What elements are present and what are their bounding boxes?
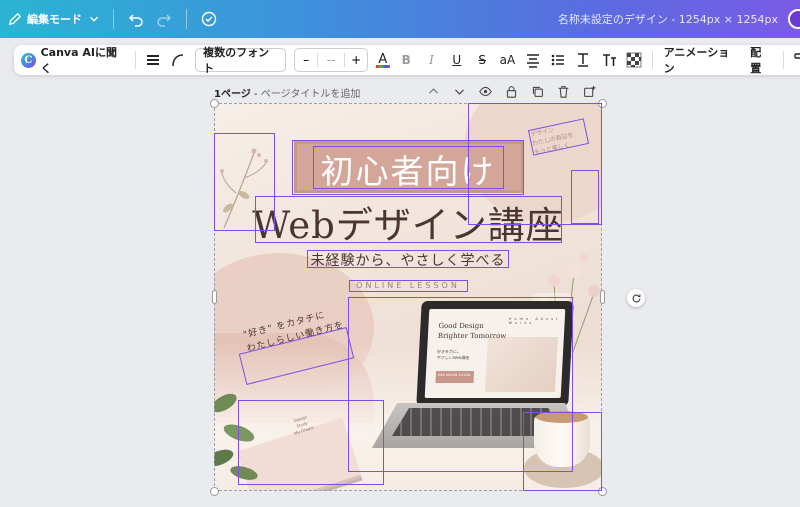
canva-ai-button[interactable]: C Canva AIに聞く (20, 46, 130, 75)
redo-button[interactable] (150, 5, 178, 33)
page-title-input[interactable]: ページタイトルを追加 (261, 89, 361, 100)
strikethrough-button[interactable]: S (469, 48, 494, 72)
chevron-down-icon (90, 16, 98, 22)
selection-box-flower-right[interactable] (571, 170, 599, 224)
selection-box-coffee[interactable] (523, 412, 602, 491)
divider (113, 9, 114, 29)
duplicate-page-button[interactable] (528, 82, 546, 100)
letter-case-button[interactable]: aA (495, 48, 520, 72)
add-page-icon (583, 85, 596, 97)
chevron-down-icon (454, 88, 464, 95)
cloud-check-icon (201, 11, 217, 27)
avatar[interactable] (788, 9, 800, 29)
selection-box-tagline[interactable] (349, 280, 468, 292)
rotate-button[interactable] (627, 289, 645, 307)
edit-mode-label: 編集モード (27, 13, 82, 26)
page-tools (424, 82, 598, 100)
line-spacing-icon (578, 53, 589, 67)
text-toolbar: C Canva AIに聞く 複数のフォント – -- + A B I U S a… (14, 45, 800, 75)
font-size-input[interactable]: -- (317, 53, 346, 67)
move-page-up-button[interactable] (424, 82, 442, 100)
hide-page-button[interactable] (476, 82, 494, 100)
resize-handle-right[interactable] (600, 290, 605, 304)
divider (186, 9, 187, 29)
underline-button[interactable]: U (444, 48, 469, 72)
divider (651, 51, 653, 69)
position-button[interactable]: 配置 (744, 46, 777, 75)
rotate-icon (632, 293, 640, 302)
color-bar (375, 65, 390, 68)
font-size-increase-button[interactable]: + (345, 53, 367, 67)
transparency-button[interactable] (621, 48, 646, 72)
canva-ai-icon: C (21, 52, 36, 68)
selection-box-subtitle[interactable] (307, 250, 509, 268)
trash-icon (558, 85, 568, 98)
paint-roller-icon (794, 53, 800, 59)
divider (782, 51, 784, 69)
undo-button[interactable] (122, 5, 150, 33)
pencil-icon (8, 12, 22, 26)
redo-icon (157, 14, 172, 27)
list-button[interactable] (545, 48, 570, 72)
spacing-button[interactable] (571, 48, 596, 72)
font-size-decrease-button[interactable]: – (295, 53, 317, 67)
selection-box-notebooks[interactable] (238, 400, 384, 485)
delete-page-button[interactable] (554, 82, 572, 100)
page-number: 1ページ (214, 89, 251, 100)
curve-icon (172, 54, 184, 67)
transparency-icon (626, 52, 642, 68)
align-center-icon (526, 54, 539, 68)
move-page-down-button[interactable] (450, 82, 468, 100)
resize-handle-bottom-left[interactable] (210, 487, 219, 496)
divider (134, 51, 136, 69)
font-family-select[interactable]: 複数のフォント (195, 46, 287, 75)
resize-handle-top-left[interactable] (210, 99, 219, 108)
resize-handle-left[interactable] (212, 290, 217, 304)
copy-icon (532, 86, 543, 97)
bold-button[interactable]: B (394, 48, 419, 72)
add-page-button[interactable] (580, 82, 598, 100)
line-weight-button[interactable] (141, 48, 166, 72)
line-weight-icon (147, 55, 160, 65)
italic-button[interactable]: I (419, 48, 444, 72)
text-size-toggle-button[interactable] (596, 48, 621, 72)
undo-icon (128, 14, 143, 27)
document-title[interactable]: 名称未設定のデザイン - 1254px × 1254px (558, 11, 778, 27)
canva-ai-label: Canva AIに聞く (40, 46, 117, 75)
save-status-button[interactable] (195, 5, 223, 33)
eye-icon (478, 86, 492, 96)
text-size-icon (602, 54, 616, 66)
align-button[interactable] (520, 48, 545, 72)
format-painter-button[interactable] (789, 48, 800, 72)
edit-mode-dropdown[interactable]: 編集モード (4, 5, 105, 33)
animation-button[interactable]: アニメーション (658, 46, 745, 75)
lock-page-button[interactable] (502, 82, 520, 100)
page-separator: - (250, 89, 261, 100)
curve-text-button[interactable] (166, 48, 191, 72)
text-color-button[interactable]: A (372, 48, 393, 72)
lock-icon (506, 85, 516, 98)
page-title-bar[interactable]: 1ページ - ページタイトルを追加 (214, 85, 360, 100)
chevron-up-icon (428, 87, 438, 94)
top-bar: 編集モード 名称未設定のデザイン - 1254px × 1254px (0, 0, 800, 38)
bullet-list-icon (551, 54, 565, 66)
font-size-stepper: – -- + (294, 48, 369, 72)
